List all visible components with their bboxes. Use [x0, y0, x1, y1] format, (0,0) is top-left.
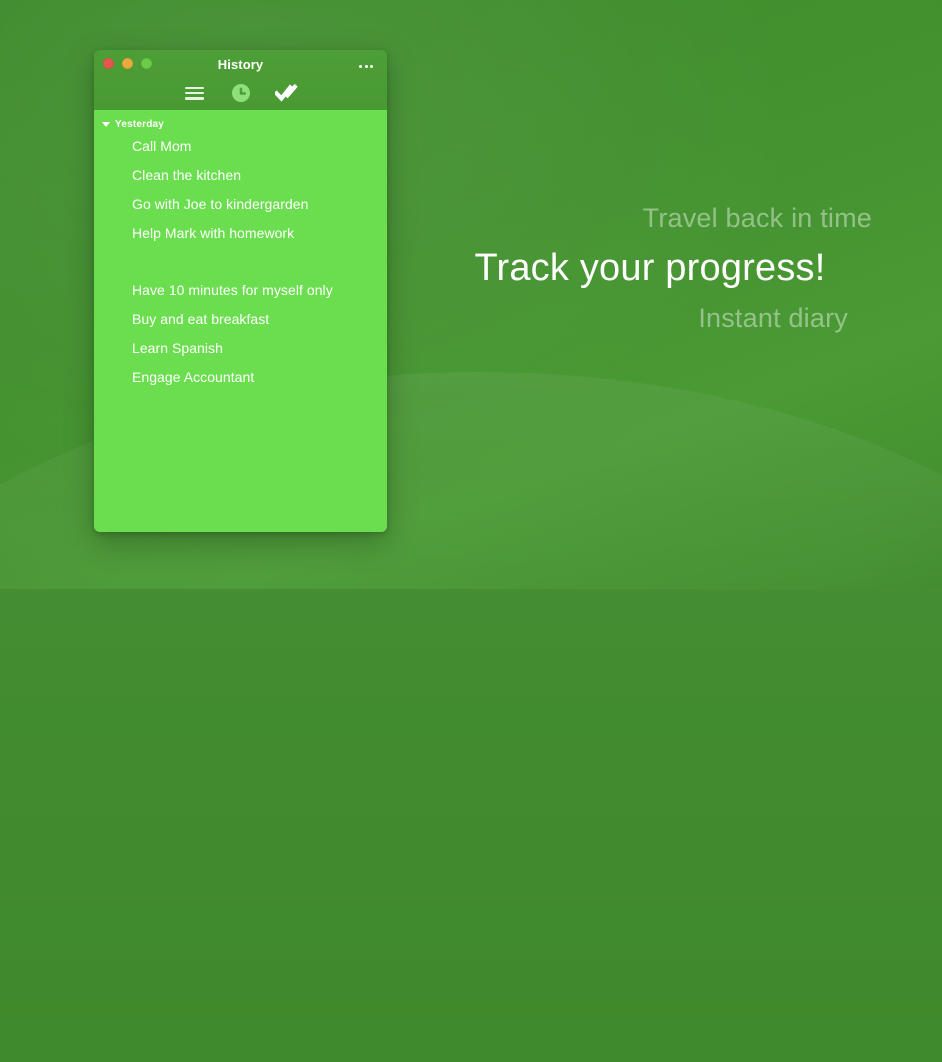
window-titlebar[interactable]: History [94, 50, 387, 110]
list-item-spacer [94, 252, 387, 280]
history-window[interactable]: History Yesterday Call Mom Clean the kit… [94, 50, 387, 532]
list-item-label: Have 10 minutes for myself only [132, 282, 333, 298]
group-header-label: Yesterday [115, 118, 165, 130]
list-item[interactable]: Clean the kitchen [94, 165, 387, 194]
promo-tagline-bottom: Instant diary [698, 303, 848, 333]
list-item-label: Go with Joe to kindergarden [132, 196, 309, 212]
overflow-menu-icon[interactable] [355, 59, 377, 73]
promo-headline: Track your progress! [474, 247, 826, 289]
list-item-label: Call Mom [132, 138, 192, 154]
list-item[interactable]: Have 10 minutes for myself only [94, 280, 387, 309]
list-item-label: Engage Accountant [132, 369, 255, 385]
overflow-dot [364, 64, 368, 68]
history-list-rows: Call Mom Clean the kitchen Go with Joe to … [94, 136, 387, 396]
list-item-label: Clean the kitchen [132, 167, 242, 183]
overflow-dot [359, 64, 362, 68]
promo-copy: Travel back in time Track your progress!… [420, 200, 880, 336]
history-button[interactable] [227, 80, 255, 106]
list-item-label: Buy and eat breakfast [132, 311, 270, 327]
hamburger-menu-icon [185, 86, 204, 100]
clock-icon [231, 84, 250, 102]
list-item[interactable]: Buy and eat breakfast [94, 309, 387, 338]
list-item-label: Help Mark with homework [132, 225, 295, 241]
list-item[interactable]: Call Mom [94, 136, 387, 165]
list-item[interactable]: Help Mark with homework [94, 223, 387, 252]
double-check-icon [274, 83, 298, 102]
menu-button[interactable] [181, 80, 209, 106]
group-header-yesterday[interactable]: Yesterday [94, 110, 387, 136]
chevron-down-icon[interactable] [102, 122, 110, 127]
completed-button[interactable] [273, 80, 301, 106]
promo-tagline-top: Travel back in time [642, 203, 872, 233]
page-title: History [217, 57, 264, 72]
list-item-label: Learn Spanish [132, 340, 223, 356]
window-toolbar [94, 78, 387, 108]
history-list[interactable]: Yesterday Call Mom Clean the kitchen Go wi… [94, 110, 387, 532]
list-item[interactable]: Go with Joe to kindergarden [94, 194, 387, 223]
list-item[interactable]: Learn Spanish [94, 338, 387, 367]
overflow-dot [370, 64, 373, 68]
list-item[interactable]: Engage Accountant [94, 367, 387, 396]
